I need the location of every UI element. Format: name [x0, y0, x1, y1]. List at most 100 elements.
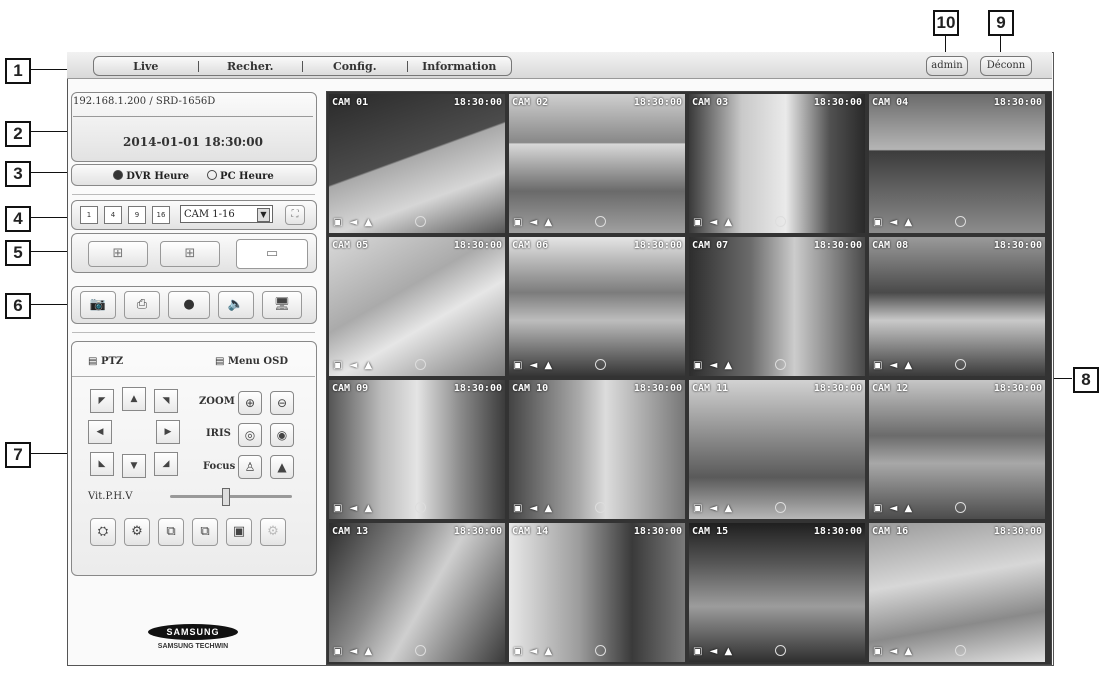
- camera-tile[interactable]: CAM 05 18:30:00 ▣ ◄ ▲: [329, 237, 505, 376]
- camera-group-select[interactable]: CAM 1-16 ▼: [180, 205, 273, 223]
- iris-open-button[interactable]: ◎: [238, 423, 262, 447]
- camera-status-icons: ▣ ◄ ▲: [333, 360, 375, 371]
- camera-tile[interactable]: CAM 15 18:30:00 ▣ ◄ ▲: [689, 523, 865, 662]
- record-button[interactable]: ●: [168, 291, 210, 319]
- tab-ptz[interactable]: ▤ PTZ: [88, 356, 123, 367]
- trace-icon: ▣: [232, 524, 246, 539]
- camera-grid: CAM 01 18:30:00 ▣ ◄ ▲ CAM 02 18:30:00 ▣ ◄ ▲ CA…: [326, 91, 1052, 665]
- capture-button[interactable]: 📷: [80, 291, 116, 319]
- sequence-button[interactable]: ▭: [236, 239, 308, 269]
- pan-down-left-button[interactable]: ◣: [90, 452, 114, 476]
- print-button[interactable]: ⎙: [124, 291, 160, 319]
- pan-left-button[interactable]: ◀: [88, 420, 112, 444]
- menu-item-config[interactable]: Config.: [303, 60, 407, 73]
- split-1-button[interactable]: 1: [80, 206, 98, 224]
- callout-leader: [31, 251, 72, 252]
- camera-feed: [509, 380, 685, 519]
- callout-6: 6: [5, 293, 31, 319]
- camera-tile[interactable]: CAM 06 18:30:00 ▣ ◄ ▲: [509, 237, 685, 376]
- tilt-up-button[interactable]: ▲: [122, 387, 146, 411]
- next-group-button[interactable]: ⊞: [160, 241, 220, 267]
- menu-item-information[interactable]: Information: [408, 60, 512, 73]
- camera-status-icons: ▣ ◄ ▲: [693, 646, 735, 657]
- tour-icon: ⧉: [200, 524, 210, 539]
- camera-feed: [869, 237, 1045, 376]
- iris-label: IRIS: [206, 428, 231, 439]
- arrow-right-icon: ▶: [164, 427, 172, 437]
- sequence-icon: ▭: [265, 246, 279, 261]
- tab-menu-osd[interactable]: ▤ Menu OSD: [215, 356, 288, 367]
- split-16-button[interactable]: 16: [152, 206, 170, 224]
- speed-slider-track[interactable]: [170, 495, 292, 498]
- radio-dvr-time-label: DVR Heure: [126, 170, 190, 182]
- fullscreen-button[interactable]: ⛶: [285, 205, 305, 225]
- camera-tile[interactable]: CAM 11 18:30:00 ▣ ◄ ▲: [689, 380, 865, 519]
- tilt-down-button[interactable]: ▼: [122, 454, 146, 478]
- focus-near-button[interactable]: ♙: [238, 455, 262, 479]
- camera-status-icons: ▣ ◄ ▲: [873, 360, 915, 371]
- osd-icon: ▤: [215, 356, 225, 367]
- callout-8: 8: [1073, 367, 1099, 393]
- camera-name: CAM 01: [332, 97, 369, 108]
- pan-down-right-button[interactable]: ◢: [154, 452, 178, 476]
- chevron-down-icon: ▼: [257, 208, 270, 222]
- speaker-icon: 🔈: [227, 297, 245, 312]
- camera-tile[interactable]: CAM 08 18:30:00 ▣ ◄ ▲: [869, 237, 1045, 376]
- camera-tile[interactable]: CAM 10 18:30:00 ▣ ◄ ▲: [509, 380, 685, 519]
- samsung-logo: SAMSUNG: [148, 624, 238, 640]
- camera-tile[interactable]: CAM 07 18:30:00 ▣ ◄ ▲: [689, 237, 865, 376]
- menu-item-live[interactable]: Live: [94, 60, 198, 73]
- split-9-button[interactable]: 9: [128, 206, 146, 224]
- display-button[interactable]: 🖥: [262, 291, 302, 319]
- callout-4: 4: [5, 206, 31, 232]
- callout-7: 7: [5, 442, 31, 468]
- camera-name: CAM 15: [692, 526, 729, 537]
- camera-tile[interactable]: CAM 16 18:30:00 ▣ ◄ ▲: [869, 523, 1045, 662]
- focus-far-button[interactable]: ▲: [270, 455, 294, 479]
- camera-name: CAM 02: [512, 97, 549, 108]
- radio-pc-time[interactable]: PC Heure: [207, 169, 274, 182]
- radio-pc-time-label: PC Heure: [220, 170, 274, 182]
- camera-group-value: CAM 1-16: [184, 209, 235, 220]
- pan-up-left-button[interactable]: ◤: [90, 389, 114, 413]
- camera-tile[interactable]: CAM 03 18:30:00 ▣ ◄ ▲: [689, 94, 865, 233]
- iris-close-button[interactable]: ◉: [270, 423, 294, 447]
- camera-tile[interactable]: CAM 13 18:30:00 ▣ ◄ ▲: [329, 523, 505, 662]
- camera-tile[interactable]: CAM 01 18:30:00 ▣ ◄ ▲: [329, 94, 505, 233]
- camera-tile[interactable]: CAM 02 18:30:00 ▣ ◄ ▲: [509, 94, 685, 233]
- zoom-in-button[interactable]: ⊕: [238, 391, 262, 415]
- camera-time: 18:30:00: [453, 526, 502, 537]
- previous-group-button[interactable]: ⊞: [88, 241, 148, 267]
- menu-item-search[interactable]: Recher.: [199, 60, 303, 73]
- audio-button[interactable]: 🔈: [218, 291, 254, 319]
- camera-tile[interactable]: CAM 04 18:30:00 ▣ ◄ ▲: [869, 94, 1045, 233]
- device-address: 192.168.1.200 / SRD-1656D: [73, 96, 216, 107]
- user-button[interactable]: admin: [926, 56, 968, 76]
- autopan-button[interactable]: ⚙: [260, 518, 286, 546]
- camera-feed: [329, 380, 505, 519]
- camera-tile[interactable]: CAM 12 18:30:00 ▣ ◄ ▲: [869, 380, 1045, 519]
- camera-tile[interactable]: CAM 09 18:30:00 ▣ ◄ ▲: [329, 380, 505, 519]
- speed-slider-thumb[interactable]: [221, 488, 230, 506]
- record-status-icon: [775, 502, 786, 513]
- callout-1: 1: [5, 58, 31, 84]
- preset-icon: ⛭: [97, 524, 109, 539]
- tour-button[interactable]: ⧉: [192, 518, 218, 546]
- record-status-icon: [595, 645, 606, 656]
- trace-button[interactable]: ▣: [226, 518, 252, 546]
- camera-tile[interactable]: CAM 14 18:30:00 ▣ ◄ ▲: [509, 523, 685, 662]
- camera-status-icons: ▣ ◄ ▲: [333, 646, 375, 657]
- radio-dvr-time[interactable]: DVR Heure: [113, 169, 190, 182]
- swing-button[interactable]: ⚙: [124, 518, 150, 546]
- preset-button[interactable]: ⛭: [90, 518, 116, 546]
- pan-right-button[interactable]: ▶: [156, 420, 180, 444]
- zoom-out-button[interactable]: ⊖: [270, 391, 294, 415]
- split-4-button[interactable]: 4: [104, 206, 122, 224]
- pan-up-right-button[interactable]: ◥: [154, 389, 178, 413]
- previous-group-icon: ⊞: [112, 246, 124, 261]
- group-button[interactable]: ⧉: [158, 518, 184, 546]
- logout-button[interactable]: Déconn: [980, 56, 1032, 76]
- time-source-options: DVR Heure PC Heure: [72, 167, 315, 184]
- camera-status-icons: ▣ ◄ ▲: [513, 503, 555, 514]
- callout-3: 3: [5, 161, 31, 187]
